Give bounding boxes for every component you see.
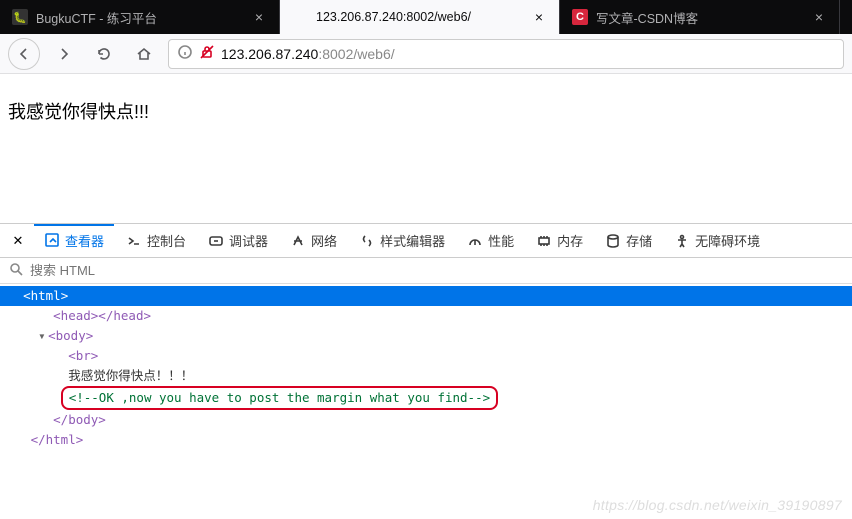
tab-inspector[interactable]: 查看器 <box>34 224 114 257</box>
devtools: ✕ 查看器 控制台 调试器 网络 样式编辑器 性能 内存 存储 无障碍环境 <h… <box>0 223 852 519</box>
close-icon[interactable]: × <box>531 9 547 25</box>
debugger-icon <box>208 233 224 249</box>
url-text: 123.206.87.240:8002/web6/ <box>221 46 395 62</box>
console-icon <box>126 233 142 249</box>
highlight-comment: <!--OK ,now you have to post the margin … <box>61 386 498 410</box>
dom-node-html-close[interactable]: </html> <box>0 430 852 450</box>
tab-bugku[interactable]: 🐛 BugkuCTF - 练习平台 × <box>0 0 280 34</box>
tab-a11y[interactable]: 无障碍环境 <box>664 224 770 257</box>
tab-csdn[interactable]: C 写文章-CSDN博客 × <box>560 0 840 34</box>
devtools-search[interactable] <box>0 258 852 284</box>
tab-debugger[interactable]: 调试器 <box>198 224 278 257</box>
dom-node-body-close[interactable]: </body> <box>0 410 852 430</box>
network-icon <box>290 233 306 249</box>
inspector-icon <box>44 232 60 248</box>
devtools-close-icon[interactable]: ✕ <box>4 233 32 249</box>
favicon-csdn-icon: C <box>572 9 588 25</box>
dom-node-head[interactable]: <head></head> <box>0 306 852 326</box>
memory-icon <box>536 233 552 249</box>
page-content: 我感觉你得快点!!! <box>0 74 852 223</box>
favicon-blank-icon <box>292 9 308 25</box>
performance-icon <box>467 233 483 249</box>
dom-node-text[interactable]: 我感觉你得快点！！！ <box>0 366 852 386</box>
tab-performance[interactable]: 性能 <box>457 224 524 257</box>
style-icon <box>359 233 375 249</box>
info-icon[interactable] <box>177 44 193 63</box>
dom-node-body[interactable]: ▾<body> <box>0 326 852 346</box>
dom-node-comment[interactable]: <!--OK ,now you have to post the margin … <box>0 386 852 410</box>
favicon-bug-icon: 🐛 <box>12 9 28 25</box>
insecure-icon[interactable] <box>199 44 215 63</box>
dom-node-html[interactable]: <html> <box>0 286 852 306</box>
tab-web6[interactable]: 123.206.87.240:8002/web6/ × <box>280 0 560 34</box>
dom-node-br[interactable]: <br> <box>0 346 852 366</box>
reload-button[interactable] <box>88 38 120 70</box>
devtools-tabbar: ✕ 查看器 控制台 调试器 网络 样式编辑器 性能 内存 存储 无障碍环境 <box>0 224 852 258</box>
tab-title: 123.206.87.240:8002/web6/ <box>316 10 523 24</box>
search-icon <box>8 261 24 280</box>
tab-title: BugkuCTF - 练习平台 <box>36 8 243 27</box>
dom-tree[interactable]: <html> <head></head> ▾<body> <br> 我感觉你得快… <box>0 284 852 452</box>
tab-title: 写文章-CSDN博客 <box>596 8 803 27</box>
browser-tabbar: 🐛 BugkuCTF - 练习平台 × 123.206.87.240:8002/… <box>0 0 852 34</box>
search-input[interactable] <box>30 263 844 278</box>
forward-button[interactable] <box>48 38 80 70</box>
home-button[interactable] <box>128 38 160 70</box>
tab-style[interactable]: 样式编辑器 <box>349 224 455 257</box>
navbar: 123.206.87.240:8002/web6/ <box>0 34 852 74</box>
page-text: 我感觉你得快点!!! <box>8 102 149 122</box>
a11y-icon <box>674 233 690 249</box>
tab-storage[interactable]: 存储 <box>595 224 662 257</box>
close-icon[interactable]: × <box>811 9 827 25</box>
close-icon[interactable]: × <box>251 9 267 25</box>
back-button[interactable] <box>8 38 40 70</box>
watermark: https://blog.csdn.net/weixin_39190897 <box>593 497 842 513</box>
tab-memory[interactable]: 内存 <box>526 224 593 257</box>
tab-console[interactable]: 控制台 <box>116 224 196 257</box>
url-bar[interactable]: 123.206.87.240:8002/web6/ <box>168 39 844 69</box>
storage-icon <box>605 233 621 249</box>
tab-network[interactable]: 网络 <box>280 224 347 257</box>
